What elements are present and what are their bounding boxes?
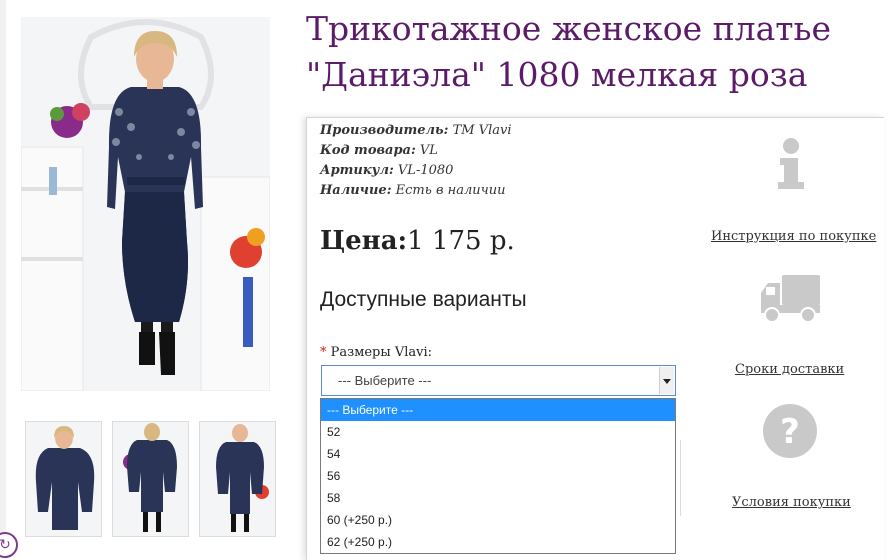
instructions-link[interactable]: Инструкция по покупке [711,229,876,244]
price: Цена:1 175 р. [320,226,515,256]
size-select[interactable]: --- Выберите --- [321,365,676,396]
required-mark: * [320,345,327,360]
size-select-value: --- Выберите --- [338,373,432,388]
product-title-line-2: "Даниэла" 1080 мелкая роза [306,55,808,94]
panel-inner-divider [680,440,681,516]
price-value: 1 175 р. [407,226,515,256]
product-meta: Производитель: ТМ Vlavi Код товара: VL А… [320,121,511,201]
size-label-text: Размеры Vlavi: [330,345,433,360]
code-value: VL [419,143,438,158]
delivery-link[interactable]: Сроки доставки [735,362,844,377]
manufacturer-row: Производитель: ТМ Vlavi [320,121,511,141]
product-title-line-1: Трикотажное женское платье [306,9,832,48]
variants-heading: Доступные варианты [320,288,527,311]
truck-icon [736,275,844,331]
left-edge [0,0,6,559]
code-label: Код товара: [320,143,416,158]
size-label: * Размеры Vlavi: [320,345,432,360]
availability-label: Наличие: [320,183,392,198]
article-value: VL-1080 [397,163,454,178]
manufacturer-value: ТМ Vlavi [452,123,512,138]
availability-value: Есть в наличии [395,183,506,198]
thumbnail-3[interactable] [199,421,276,537]
svg-text:?: ? [780,412,800,452]
size-option[interactable]: --- Выберите --- [321,399,675,421]
manufacturer-label: Производитель: [320,123,449,138]
product-title: Трикотажное женское платье "Даниэла" 108… [306,6,881,98]
size-option[interactable]: 52 [321,421,675,443]
conditions-link[interactable]: Условия покупки [732,495,851,510]
size-option[interactable]: 58 [321,487,675,509]
code-row: Код товара: VL [320,141,511,161]
info-icon [736,136,844,196]
size-option[interactable]: 62 (+250 р.) [321,531,675,553]
price-label: Цена: [320,226,408,256]
thumbnail-1[interactable] [25,421,102,537]
question-icon: ? [736,402,844,464]
size-option[interactable]: 60 (+250 р.) [321,509,675,531]
size-option[interactable]: 56 [321,465,675,487]
chevron-down-icon[interactable] [659,367,674,394]
thumbnail-2[interactable] [112,421,189,537]
article-label: Артикул: [320,163,394,178]
article-row: Артикул: VL-1080 [320,161,511,181]
refresh-icon[interactable]: ↻ [0,532,18,558]
size-option[interactable]: 54 [321,443,675,465]
size-dropdown-list[interactable]: --- Выберите --- 52 54 56 58 60 (+250 р.… [320,398,676,554]
main-product-photo[interactable] [21,17,270,391]
availability-row: Наличие: Есть в наличии [320,181,511,201]
